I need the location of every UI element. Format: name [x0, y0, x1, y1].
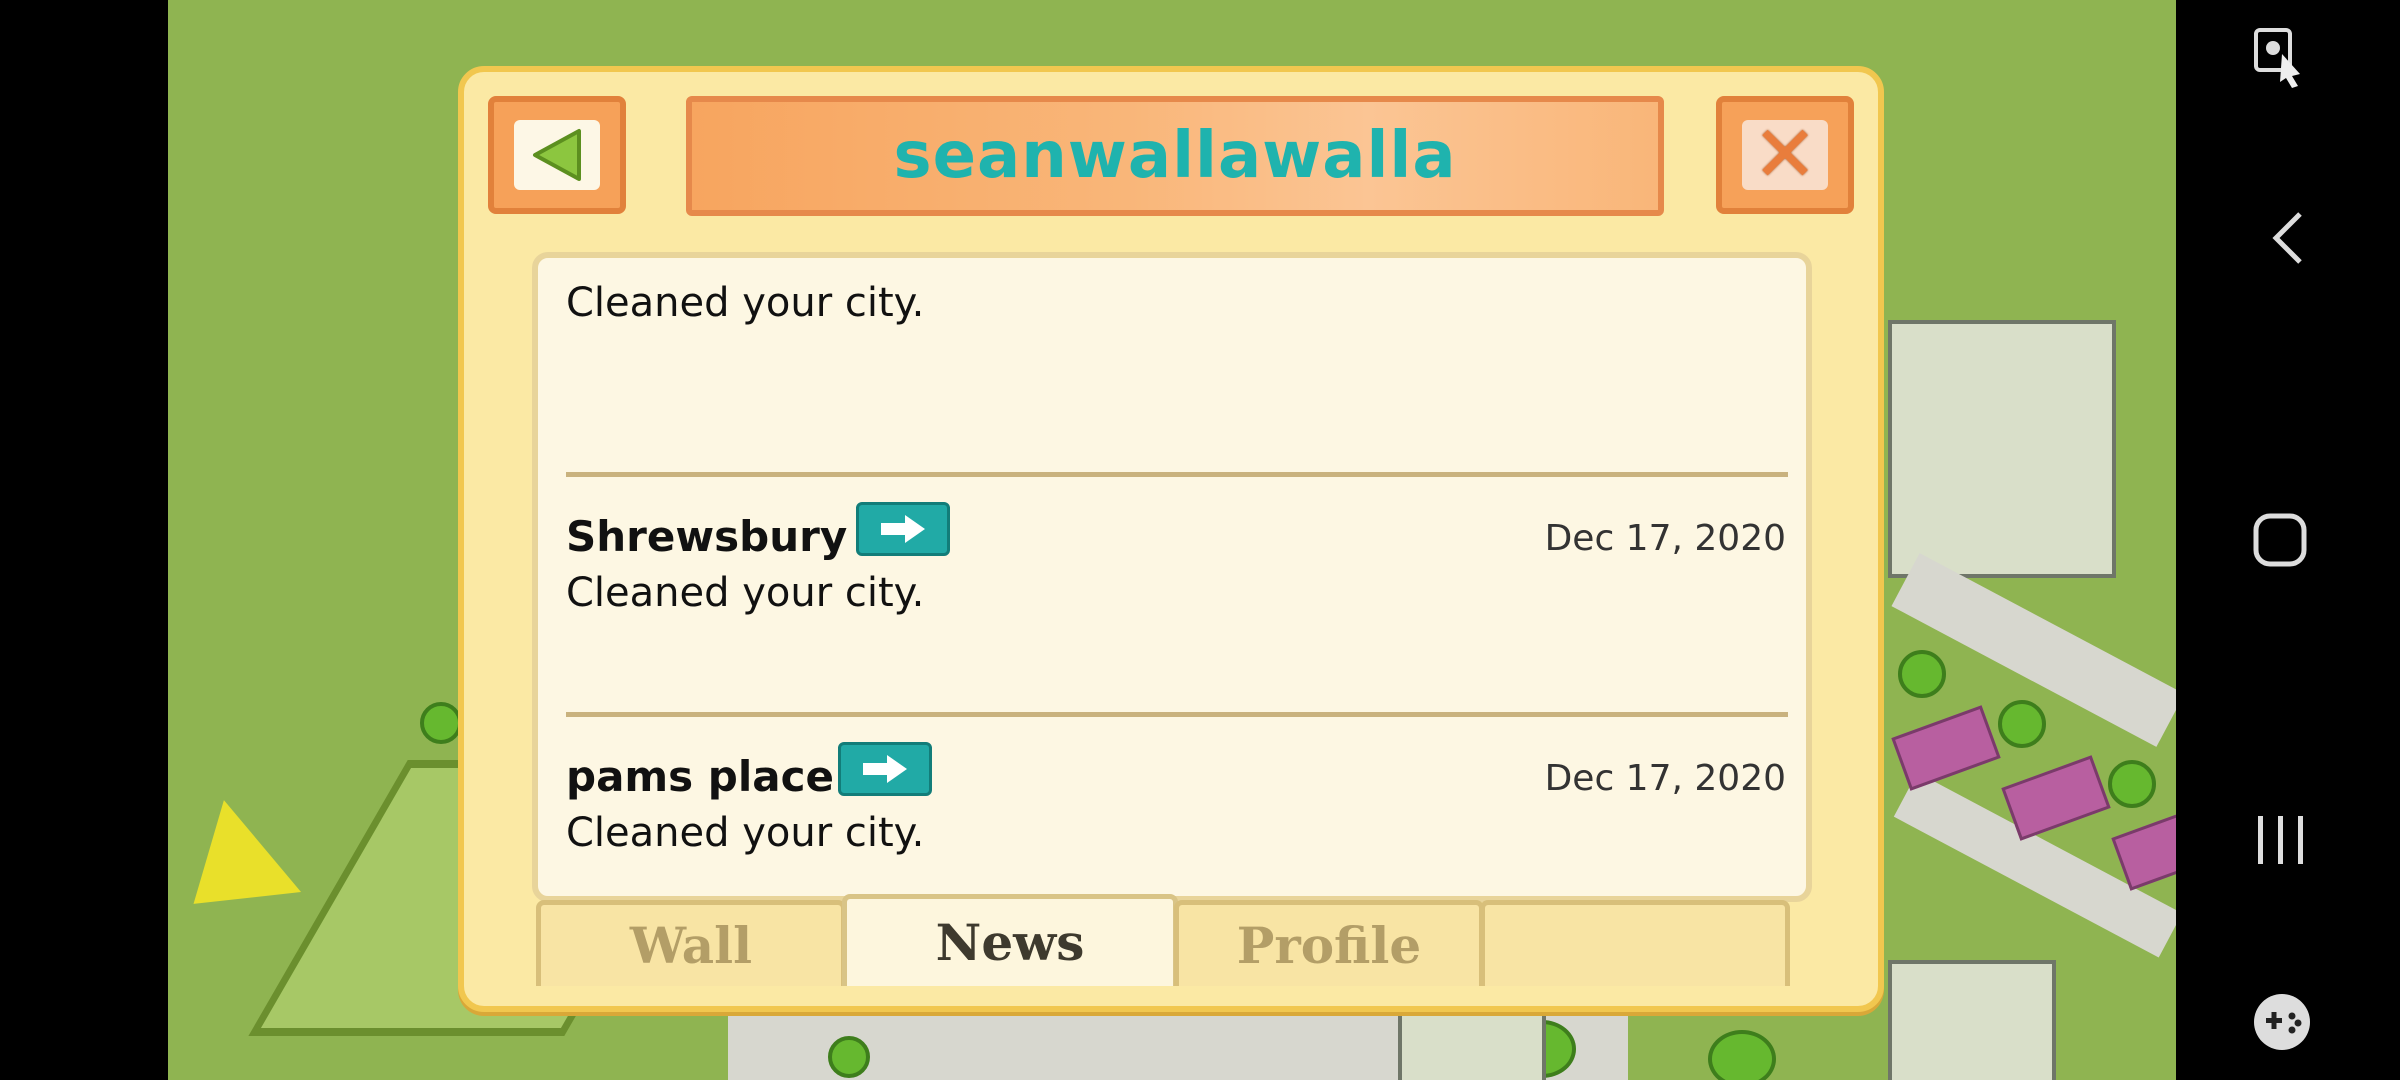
back-icon[interactable] [2268, 210, 2308, 266]
arrow-right-icon [863, 755, 907, 783]
tutorial-arrow-icon[interactable] [168, 800, 302, 950]
close-x-icon: ✕ [1752, 110, 1818, 200]
building [1888, 320, 2116, 578]
news-item-text: Cleaned your city. [566, 570, 925, 616]
house-roof [2001, 755, 2111, 841]
news-item-date: Dec 17, 2020 [1544, 758, 1786, 799]
tree [828, 1036, 870, 1078]
tree [2108, 760, 2156, 808]
house-roof [1891, 705, 2001, 791]
news-item-sender: pams place [566, 752, 834, 801]
news-item-text: Cleaned your city. [566, 280, 925, 326]
visit-city-button[interactable] [838, 742, 932, 796]
tree [1708, 1030, 1776, 1080]
tab-profile[interactable]: Profile [1174, 900, 1484, 986]
system-nav-bar [2176, 0, 2400, 1080]
cinema-building [1888, 960, 2056, 1080]
home-icon[interactable] [2252, 512, 2308, 568]
tree [1898, 650, 1946, 698]
tab-wall[interactable]: Wall [536, 900, 846, 986]
tab-empty [1480, 900, 1790, 986]
triangle-left-icon [533, 129, 581, 181]
news-feed[interactable]: Cleaned your city. Shrewsbury Dec 17, 20… [532, 252, 1812, 902]
friend-news-dialog: seanwallawalla ✕ Cleaned your city. Shre… [458, 66, 1884, 1012]
tab-news[interactable]: News [842, 894, 1178, 986]
visit-city-button[interactable] [856, 502, 950, 556]
recents-icon[interactable] [2254, 814, 2308, 866]
gamepad-icon[interactable] [2252, 992, 2312, 1052]
divider [566, 472, 1788, 477]
close-button[interactable]: ✕ [1716, 96, 1854, 214]
dialog-title: seanwallawalla [893, 119, 1457, 193]
arrow-right-icon [881, 515, 925, 543]
news-item-date: Dec 17, 2020 [1544, 518, 1786, 559]
tree [1998, 700, 2046, 748]
left-letterbox [0, 0, 168, 1080]
tree [420, 702, 462, 744]
news-item-sender: Shrewsbury [566, 512, 848, 561]
house-roof [2111, 805, 2176, 891]
back-button[interactable] [488, 96, 626, 214]
divider [566, 712, 1788, 717]
tab-bar: Wall News Profile [536, 894, 1812, 986]
news-item-text: Cleaned your city. [566, 810, 925, 856]
title-bar: seanwallawalla [686, 96, 1664, 216]
building [1398, 1010, 1546, 1080]
screenshot-icon[interactable] [2252, 26, 2308, 88]
